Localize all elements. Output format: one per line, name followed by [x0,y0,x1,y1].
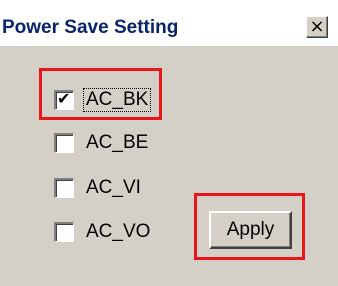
ac-vo-checkbox[interactable] [54,222,74,242]
ac-bk-label[interactable]: AC_BK [82,88,152,112]
window-title: Power Save Setting [2,17,179,38]
option-ac-bk[interactable]: ✔ AC_BK [54,87,204,117]
option-ac-be[interactable]: AC_BE [54,130,204,160]
check-icon: ✔ [57,89,71,108]
ac-be-checkbox[interactable] [54,133,74,153]
ac-bk-checkbox[interactable]: ✔ [54,89,74,110]
option-ac-vi[interactable]: AC_VI [54,175,204,205]
ac-vi-label[interactable]: AC_VI [86,177,141,199]
ac-vo-label[interactable]: AC_VO [86,221,150,243]
title-bar: Power Save Setting × [0,0,338,46]
ac-vi-checkbox[interactable] [54,178,74,198]
close-icon: × [309,16,325,37]
apply-button[interactable]: Apply [209,211,292,249]
option-ac-vo[interactable]: AC_VO [54,219,204,249]
power-save-dialog: Power Save Setting × ✔ AC_BK AC_BE AC_VI… [0,0,338,286]
ac-be-label[interactable]: AC_BE [86,132,148,154]
close-button[interactable]: × [306,16,328,38]
dialog-client-area [0,46,338,286]
